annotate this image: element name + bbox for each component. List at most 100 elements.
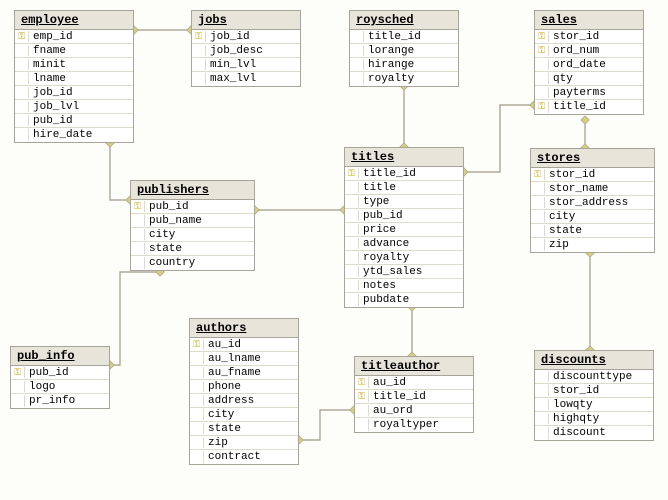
column-publishers-country[interactable]: country (131, 256, 254, 270)
table-employee[interactable]: employee⚿emp_idfnameminitlnamejob_idjob_… (14, 10, 134, 143)
column-authors-state[interactable]: state (190, 422, 298, 436)
table-jobs[interactable]: jobs⚿job_idjob_descmin_lvlmax_lvl (191, 10, 301, 87)
column-employee-hire_date[interactable]: hire_date (15, 128, 133, 142)
column-sales-stor_id[interactable]: ⚿stor_id (535, 30, 643, 44)
column-key-empty (190, 423, 204, 434)
column-roysched-royalty[interactable]: royalty (350, 72, 458, 86)
column-authors-au_lname[interactable]: au_lname (190, 352, 298, 366)
column-employee-emp_id[interactable]: ⚿emp_id (15, 30, 133, 44)
column-jobs-job_desc[interactable]: job_desc (192, 44, 300, 58)
table-pub_info[interactable]: pub_info⚿pub_idlogopr_info (10, 346, 110, 409)
column-pub_info-pr_info[interactable]: pr_info (11, 394, 109, 408)
column-authors-au_id[interactable]: ⚿au_id (190, 338, 298, 352)
column-sales-ord_num[interactable]: ⚿ord_num (535, 44, 643, 58)
column-titles-advance[interactable]: advance (345, 237, 463, 251)
column-titles-pub_id[interactable]: pub_id (345, 209, 463, 223)
table-discounts[interactable]: discountsdiscounttypestor_idlowqtyhighqt… (534, 350, 654, 441)
table-header-authors[interactable]: authors (190, 319, 298, 338)
column-employee-lname[interactable]: lname (15, 72, 133, 86)
column-authors-contract[interactable]: contract (190, 450, 298, 464)
table-header-titleauthor[interactable]: titleauthor (355, 357, 473, 376)
table-header-employee[interactable]: employee (15, 11, 133, 30)
column-employee-pub_id[interactable]: pub_id (15, 114, 133, 128)
column-name: pub_id (29, 115, 133, 127)
column-titles-pubdate[interactable]: pubdate (345, 293, 463, 307)
column-titles-royalty[interactable]: royalty (345, 251, 463, 265)
column-authors-city[interactable]: city (190, 408, 298, 422)
table-header-stores[interactable]: stores (531, 149, 654, 168)
table-publishers[interactable]: publishers⚿pub_idpub_namecitystatecountr… (130, 180, 255, 271)
column-stores-zip[interactable]: zip (531, 238, 654, 252)
table-sales[interactable]: sales⚿stor_id⚿ord_numord_dateqtypayterms… (534, 10, 644, 115)
column-roysched-title_id[interactable]: title_id (350, 30, 458, 44)
column-sales-title_id[interactable]: ⚿title_id (535, 100, 643, 114)
column-employee-minit[interactable]: minit (15, 58, 133, 72)
table-header-jobs[interactable]: jobs (192, 11, 300, 30)
column-name: max_lvl (206, 73, 300, 85)
column-name: ord_num (549, 45, 643, 57)
table-header-discounts[interactable]: discounts (535, 351, 653, 370)
column-sales-ord_date[interactable]: ord_date (535, 58, 643, 72)
table-roysched[interactable]: royschedtitle_idlorangehirangeroyalty (349, 10, 459, 87)
column-authors-address[interactable]: address (190, 394, 298, 408)
column-discounts-stor_id[interactable]: stor_id (535, 384, 653, 398)
column-authors-zip[interactable]: zip (190, 436, 298, 450)
table-header-titles[interactable]: titles (345, 148, 463, 167)
table-authors[interactable]: authors⚿au_idau_lnameau_fnamephoneaddres… (189, 318, 299, 465)
table-header-publishers[interactable]: publishers (131, 181, 254, 200)
column-employee-job_lvl[interactable]: job_lvl (15, 100, 133, 114)
table-header-roysched[interactable]: roysched (350, 11, 458, 30)
column-pub_info-logo[interactable]: logo (11, 380, 109, 394)
column-name: job_id (29, 87, 133, 99)
column-key-empty (345, 266, 359, 277)
primary-key-icon: ⚿ (531, 169, 545, 180)
column-jobs-max_lvl[interactable]: max_lvl (192, 72, 300, 86)
column-roysched-lorange[interactable]: lorange (350, 44, 458, 58)
column-pub_info-pub_id[interactable]: ⚿pub_id (11, 366, 109, 380)
column-name: job_id (206, 31, 300, 43)
column-stores-state[interactable]: state (531, 224, 654, 238)
column-authors-phone[interactable]: phone (190, 380, 298, 394)
table-titleauthor[interactable]: titleauthor⚿au_id⚿title_idau_ordroyaltyp… (354, 356, 474, 433)
column-titles-title[interactable]: title (345, 181, 463, 195)
column-sales-payterms[interactable]: payterms (535, 86, 643, 100)
column-key-empty (345, 294, 359, 306)
column-stores-stor_address[interactable]: stor_address (531, 196, 654, 210)
column-sales-qty[interactable]: qty (535, 72, 643, 86)
column-stores-stor_id[interactable]: ⚿stor_id (531, 168, 654, 182)
column-titleauthor-au_id[interactable]: ⚿au_id (355, 376, 473, 390)
column-roysched-hirange[interactable]: hirange (350, 58, 458, 72)
column-titles-notes[interactable]: notes (345, 279, 463, 293)
column-name: stor_id (549, 385, 653, 397)
column-jobs-job_id[interactable]: ⚿job_id (192, 30, 300, 44)
table-titles[interactable]: titles⚿title_idtitletypepub_idpriceadvan… (344, 147, 464, 308)
table-header-sales[interactable]: sales (535, 11, 643, 30)
column-name: zip (545, 239, 654, 251)
column-jobs-min_lvl[interactable]: min_lvl (192, 58, 300, 72)
column-titleauthor-royaltyper[interactable]: royaltyper (355, 418, 473, 432)
column-titles-title_id[interactable]: ⚿title_id (345, 167, 463, 181)
column-publishers-pub_id[interactable]: ⚿pub_id (131, 200, 254, 214)
column-authors-au_fname[interactable]: au_fname (190, 366, 298, 380)
table-stores[interactable]: stores⚿stor_idstor_namestor_addresscitys… (530, 148, 655, 253)
column-key-empty (535, 371, 549, 382)
column-employee-job_id[interactable]: job_id (15, 86, 133, 100)
column-titleauthor-au_ord[interactable]: au_ord (355, 404, 473, 418)
column-titleauthor-title_id[interactable]: ⚿title_id (355, 390, 473, 404)
table-header-pub_info[interactable]: pub_info (11, 347, 109, 366)
column-titles-price[interactable]: price (345, 223, 463, 237)
column-employee-fname[interactable]: fname (15, 44, 133, 58)
column-publishers-city[interactable]: city (131, 228, 254, 242)
column-discounts-discounttype[interactable]: discounttype (535, 370, 653, 384)
column-discounts-lowqty[interactable]: lowqty (535, 398, 653, 412)
column-stores-stor_name[interactable]: stor_name (531, 182, 654, 196)
column-titles-ytd_sales[interactable]: ytd_sales (345, 265, 463, 279)
column-key-empty (15, 45, 29, 56)
column-discounts-highqty[interactable]: highqty (535, 412, 653, 426)
column-publishers-state[interactable]: state (131, 242, 254, 256)
column-stores-city[interactable]: city (531, 210, 654, 224)
column-name: type (359, 196, 463, 208)
column-titles-type[interactable]: type (345, 195, 463, 209)
column-discounts-discount[interactable]: discount (535, 426, 653, 440)
column-publishers-pub_name[interactable]: pub_name (131, 214, 254, 228)
